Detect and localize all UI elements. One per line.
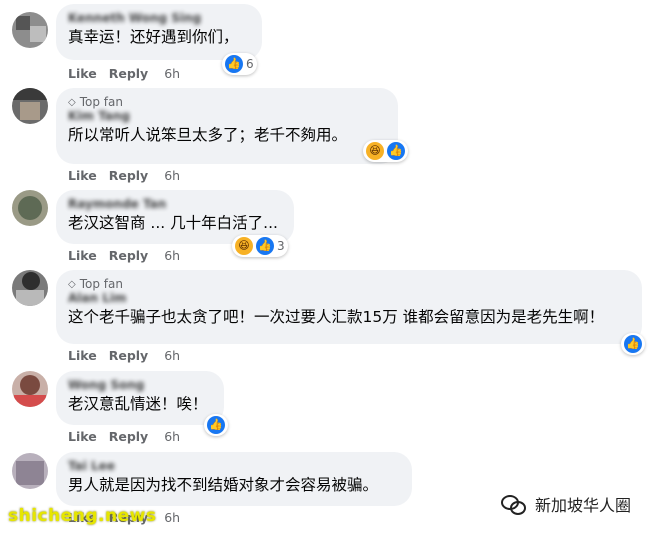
comment-bubble: ◇ Top fan Alan Lim 这个老千骗子也太贪了吧！一次过要人汇款15… bbox=[56, 270, 642, 344]
avatar[interactable] bbox=[12, 453, 48, 489]
top-fan-badge: ◇ Top fan bbox=[68, 95, 386, 109]
wechat-account-name: 新加坡华人圈 bbox=[535, 496, 632, 515]
like-button[interactable]: Like bbox=[68, 66, 97, 81]
wechat-icon bbox=[501, 493, 527, 515]
site-watermark: shicheng.news bbox=[8, 506, 157, 526]
commenter-name[interactable]: Raymonde Tan bbox=[68, 197, 282, 212]
like-icon: 👍 bbox=[225, 55, 243, 73]
haha-icon: 😆 bbox=[366, 142, 384, 160]
comment-bubble: ◇ Top fan Kim Tang 所以常听人说笨旦太多了；老千不夠用。 bbox=[56, 88, 398, 164]
reaction-count: 3 bbox=[277, 239, 285, 253]
like-button[interactable]: Like bbox=[68, 348, 97, 363]
reaction-summary[interactable]: 😆 👍 bbox=[363, 140, 408, 162]
reaction-count: 6 bbox=[246, 57, 254, 71]
reaction-summary[interactable]: 😆 👍 3 bbox=[232, 235, 288, 257]
timestamp[interactable]: 6h bbox=[164, 510, 180, 525]
comment-text: 老汉这智商 ... 几十年白活了... bbox=[68, 214, 278, 232]
reply-button[interactable]: Reply bbox=[109, 248, 148, 263]
timestamp[interactable]: 6h bbox=[164, 348, 180, 363]
timestamp[interactable]: 6h bbox=[164, 168, 180, 183]
comment-bubble: Tai Lee 男人就是因为找不到结婚对象才会容易被骗。 bbox=[56, 452, 412, 506]
like-button[interactable]: Like bbox=[68, 429, 97, 444]
timestamp[interactable]: 6h bbox=[164, 429, 180, 444]
comment-actions: Like Reply 6h bbox=[68, 248, 180, 263]
comment-text: 老汉意乱情迷！唉！ bbox=[68, 395, 208, 413]
like-button[interactable]: Like bbox=[68, 168, 97, 183]
haha-icon: 😆 bbox=[235, 237, 253, 255]
like-icon: 👍 bbox=[207, 416, 225, 434]
comment-actions: Like Reply 6h bbox=[68, 348, 180, 363]
like-icon: 👍 bbox=[256, 237, 274, 255]
comment-text: 真幸运！还好遇到你们， bbox=[68, 28, 239, 46]
like-icon: 👍 bbox=[387, 142, 405, 160]
top-fan-badge: ◇ Top fan bbox=[68, 277, 630, 291]
top-fan-label: Top fan bbox=[79, 277, 123, 291]
reaction-summary[interactable]: 👍 bbox=[204, 414, 228, 436]
like-button[interactable]: Like bbox=[68, 248, 97, 263]
comment-actions: Like Reply 6h bbox=[68, 66, 180, 81]
avatar[interactable] bbox=[12, 88, 48, 124]
commenter-name[interactable]: Kenneth Wong Sing bbox=[68, 11, 250, 26]
diamond-icon: ◇ bbox=[68, 278, 76, 290]
comment-text: 男人就是因为找不到结婚对象才会容易被骗。 bbox=[68, 476, 379, 494]
reply-button[interactable]: Reply bbox=[109, 348, 148, 363]
avatar[interactable] bbox=[12, 12, 48, 48]
comment-actions: Like Reply 6h bbox=[68, 429, 180, 444]
wechat-account-badge: 新加坡华人圈 bbox=[501, 492, 631, 516]
top-fan-label: Top fan bbox=[79, 95, 123, 109]
comment-text: 所以常听人说笨旦太多了；老千不夠用。 bbox=[68, 126, 348, 144]
reaction-summary[interactable]: 👍 bbox=[621, 333, 645, 355]
timestamp[interactable]: 6h bbox=[164, 66, 180, 81]
comment-actions: Like Reply 6h bbox=[68, 168, 180, 183]
commenter-name[interactable]: Tai Lee bbox=[68, 459, 400, 474]
reaction-summary[interactable]: 👍 6 bbox=[222, 53, 257, 75]
avatar[interactable] bbox=[12, 190, 48, 226]
avatar[interactable] bbox=[12, 270, 48, 306]
comment-bubble: Wong Song 老汉意乱情迷！唉！ bbox=[56, 371, 224, 425]
commenter-name[interactable]: Wong Song bbox=[68, 378, 212, 393]
commenter-name[interactable]: Alan Lim bbox=[68, 291, 630, 306]
reply-button[interactable]: Reply bbox=[109, 66, 148, 81]
like-icon: 👍 bbox=[624, 335, 642, 353]
reply-button[interactable]: Reply bbox=[109, 168, 148, 183]
reply-button[interactable]: Reply bbox=[109, 429, 148, 444]
timestamp[interactable]: 6h bbox=[164, 248, 180, 263]
diamond-icon: ◇ bbox=[68, 96, 76, 108]
comment-bubble: Kenneth Wong Sing 真幸运！还好遇到你们， bbox=[56, 4, 262, 60]
commenter-name[interactable]: Kim Tang bbox=[68, 109, 386, 124]
comment-text: 这个老千骗子也太贪了吧！一次过要人汇款15万 谁都会留意因为是老先生啊！ bbox=[68, 308, 605, 326]
avatar[interactable] bbox=[12, 371, 48, 407]
